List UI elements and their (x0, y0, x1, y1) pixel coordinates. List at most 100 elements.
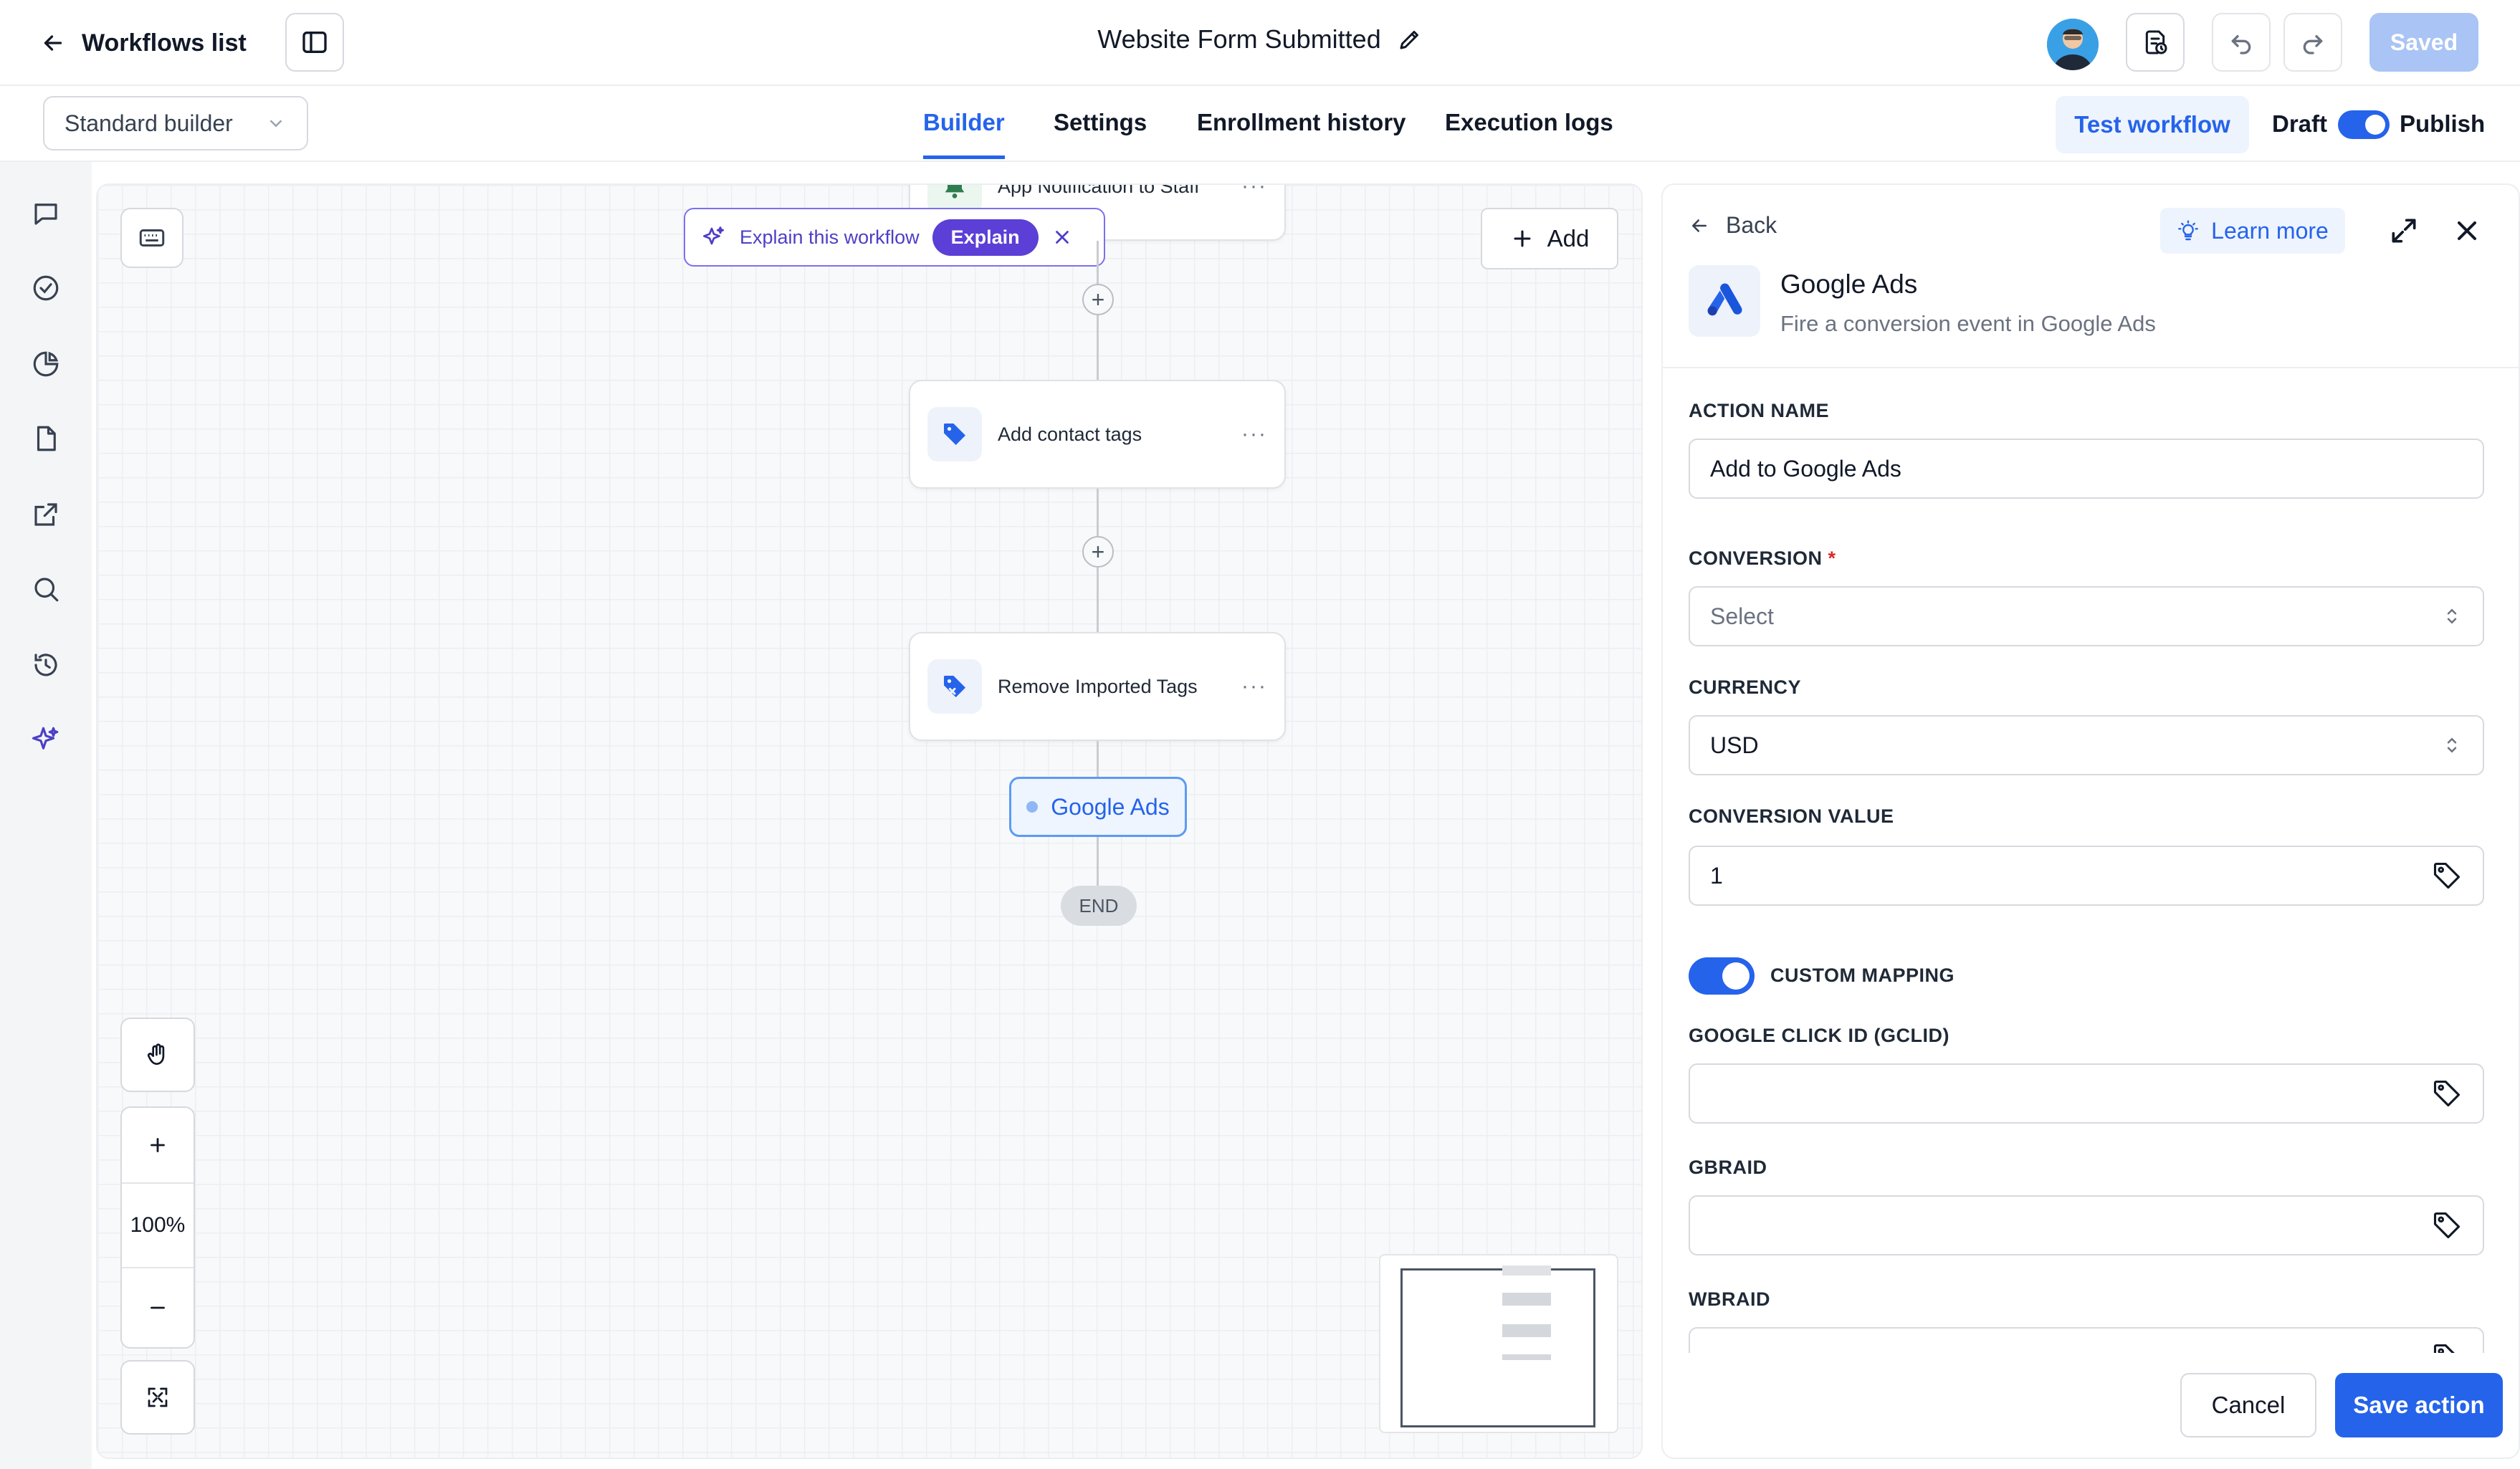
panel-back-button[interactable]: Back (1689, 212, 1777, 239)
currency-select[interactable]: USD (1689, 715, 2484, 775)
conversion-value-label: CONVERSION VALUE (1689, 805, 1894, 827)
workflow-node-remove-imported-tags[interactable]: Remove Imported Tags ··· (909, 632, 1286, 741)
chevron-up-down-icon (2447, 737, 2457, 753)
fit-screen-icon (148, 1387, 168, 1407)
learn-more-button[interactable]: Learn more (2160, 208, 2345, 254)
workflow-node-google-ads-active[interactable]: Google Ads (1009, 777, 1187, 837)
minimap[interactable] (1379, 1254, 1618, 1433)
minimap-viewport[interactable] (1400, 1268, 1595, 1427)
sub-bar: Standard builder Builder Settings Enroll… (0, 86, 2520, 162)
expand-panel-button[interactable] (2388, 215, 2420, 247)
publish-toggle[interactable] (2338, 110, 2390, 139)
external-link-icon[interactable] (29, 497, 63, 532)
gclid-label: GOOGLE CLICK ID (GCLID) (1689, 1025, 1949, 1046)
wbraid-input[interactable] (1689, 1327, 2484, 1353)
tab-builder[interactable]: Builder (923, 109, 1005, 159)
add-step-plus-button[interactable]: + (1082, 284, 1114, 315)
close-icon (2457, 221, 2477, 241)
gclid-input[interactable] (1689, 1063, 2484, 1124)
keyboard-shortcuts-button[interactable] (120, 208, 183, 268)
zoom-level: 100% (122, 1184, 194, 1268)
zoom-in-button[interactable] (122, 1108, 194, 1184)
search-icon[interactable] (29, 572, 63, 606)
currency-value: USD (1710, 732, 1759, 758)
more-options-icon[interactable]: ··· (1241, 674, 1267, 699)
panel-title: Google Ads (1780, 269, 1918, 299)
currency-label: CURRENCY (1689, 676, 1802, 698)
minimap-node (1502, 1354, 1551, 1360)
tag-icon[interactable] (2431, 1078, 2463, 1109)
connector-line (1097, 568, 1099, 639)
redo-button[interactable] (2283, 13, 2342, 72)
publish-label: Publish (2400, 110, 2486, 137)
node-label: App Notification to Staff (998, 183, 1200, 197)
keyboard-icon (139, 229, 165, 247)
test-workflow-button[interactable]: Test workflow (2056, 96, 2249, 153)
wbraid-label: WBRAID (1689, 1288, 1770, 1310)
arrow-left-icon (1692, 219, 1707, 232)
avatar-icon (2047, 19, 2099, 70)
action-name-input[interactable]: Add to Google Ads (1689, 439, 2484, 499)
action-name-value: Add to Google Ads (1710, 455, 1901, 482)
status-dot (1026, 801, 1039, 813)
gbraid-input[interactable] (1689, 1195, 2484, 1255)
zoom-out-button[interactable] (122, 1268, 194, 1347)
left-rail (0, 162, 92, 1469)
explain-workflow-text: Explain this workflow (740, 226, 920, 248)
workflow-node-add-contact-tags[interactable]: Add contact tags ··· (909, 380, 1286, 489)
close-icon[interactable] (1051, 226, 1073, 248)
conversion-placeholder: Select (1710, 603, 1774, 629)
check-circle-icon[interactable] (29, 271, 63, 305)
undo-button[interactable] (2212, 13, 2271, 72)
explain-button[interactable]: Explain (932, 219, 1039, 256)
history-icon[interactable] (29, 648, 63, 682)
add-step-plus-button[interactable]: + (1082, 536, 1114, 568)
conversion-label: CONVERSION * (1689, 547, 1836, 569)
custom-mapping-label: CUSTOM MAPPING (1770, 965, 1955, 986)
sparkles-icon (703, 226, 725, 245)
workflow-canvas[interactable]: App Notification to Staff ··· Explain th… (96, 183, 1643, 1459)
tab-enrollment-history[interactable]: Enrollment history (1197, 109, 1406, 159)
tag-icon[interactable] (2431, 860, 2463, 891)
tag-icon (927, 407, 982, 461)
file-icon[interactable] (29, 421, 63, 456)
node-label: Add contact tags (998, 423, 1142, 445)
fit-view-button[interactable] (120, 1360, 195, 1435)
user-avatar[interactable] (2047, 19, 2099, 70)
tab-execution-logs[interactable]: Execution logs (1445, 109, 1613, 159)
builder-mode-select[interactable]: Standard builder (43, 96, 308, 150)
add-node-button[interactable]: Add (1481, 208, 1618, 269)
chevron-up-down-icon (2447, 608, 2457, 624)
conversion-value: 1 (1710, 862, 1723, 889)
conversion-value-input[interactable]: 1 (1689, 846, 2484, 906)
conversion-select[interactable]: Select (1689, 586, 2484, 646)
pie-chart-icon[interactable] (29, 347, 63, 381)
panel-back-label: Back (1726, 212, 1777, 238)
connector-line (1097, 315, 1099, 387)
more-options-icon[interactable]: ··· (1241, 422, 1267, 446)
action-name-label: ACTION NAME (1689, 400, 1829, 421)
more-options-icon[interactable]: ··· (1241, 185, 1267, 198)
custom-mapping-toggle[interactable] (1689, 957, 1755, 995)
save-action-button[interactable]: Save action (2335, 1373, 2503, 1437)
minus-icon (151, 1306, 165, 1309)
pan-tool-button[interactable] (120, 1018, 195, 1092)
chat-icon[interactable] (29, 196, 63, 231)
connector-line (1097, 837, 1099, 887)
version-history-button[interactable] (2126, 13, 2185, 72)
sparkles-icon[interactable] (29, 722, 63, 757)
tag-icon[interactable] (2431, 1341, 2463, 1353)
gbraid-label: GBRAID (1689, 1157, 1767, 1178)
panel-divider (1663, 367, 2519, 368)
pencil-icon[interactable] (1397, 27, 1423, 52)
node-label: Google Ads (1051, 793, 1170, 820)
saved-button[interactable]: Saved (2369, 13, 2478, 72)
cancel-button[interactable]: Cancel (2180, 1373, 2316, 1437)
close-panel-button[interactable] (2451, 215, 2483, 247)
lightbulb-icon (2178, 220, 2199, 241)
tab-settings[interactable]: Settings (1054, 109, 1147, 159)
tag-icon[interactable] (2431, 1210, 2463, 1241)
top-bar: Workflows list Website Form Submitted Sa… (0, 0, 2520, 86)
minimap-node (1502, 1293, 1551, 1306)
explain-workflow-bar: Explain this workflow Explain (684, 208, 1105, 267)
